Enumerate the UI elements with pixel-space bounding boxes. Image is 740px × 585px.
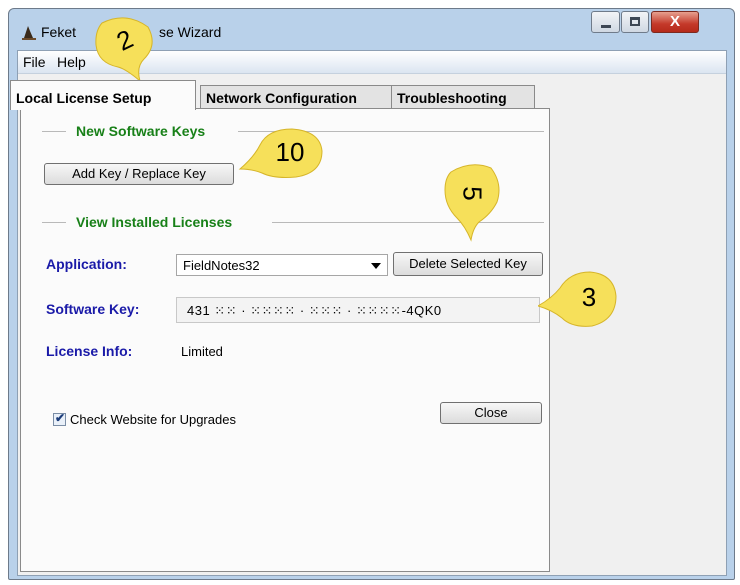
callout-3-number: 3 — [581, 282, 597, 312]
close-icon: X — [669, 13, 680, 30]
tab-local-license-setup[interactable]: Local License Setup — [10, 80, 196, 110]
check-upgrades-label[interactable]: Check Website for Upgrades — [70, 412, 236, 427]
wizard-hat-icon — [22, 26, 36, 40]
menu-help[interactable]: Help — [57, 54, 86, 70]
application-select-value: FieldNotes32 — [183, 258, 260, 273]
group-title-new-keys: New Software Keys — [76, 123, 206, 139]
checkmark-icon: ✔ — [55, 411, 66, 425]
tab-network-configuration[interactable]: Network Configuration — [200, 85, 392, 109]
group-title-installed: View Installed Licenses — [76, 214, 233, 230]
window-title-right: se Wizard — [159, 24, 222, 40]
application-select[interactable]: FieldNotes32 — [176, 254, 388, 276]
window-title-left: Feket — [41, 24, 77, 40]
software-key-field[interactable]: 431 ⁙⁙ · ⁙⁙⁙⁙ · ⁙⁙⁙ · ⁙⁙⁙⁙-4QK0 — [176, 297, 540, 323]
callout-2: 2 — [92, 15, 160, 87]
license-info-value: Limited — [181, 344, 223, 359]
maximize-icon — [630, 17, 640, 26]
delete-selected-key-button[interactable]: Delete Selected Key — [393, 252, 543, 276]
chevron-down-icon — [371, 263, 381, 269]
minimize-icon — [601, 25, 611, 28]
tab-troubleshooting[interactable]: Troubleshooting — [391, 85, 535, 109]
minimize-button[interactable] — [591, 11, 620, 33]
group-divider — [42, 222, 66, 223]
callout-10-number: 10 — [275, 137, 305, 167]
callout-3: 3 — [538, 270, 618, 330]
group-divider — [272, 222, 544, 223]
callout-5: 5 — [443, 162, 503, 242]
software-key-value: 431 ⁙⁙ · ⁙⁙⁙⁙ · ⁙⁙⁙ · ⁙⁙⁙⁙-4QK0 — [187, 303, 442, 318]
application-label: Application: — [46, 256, 127, 272]
license-info-label: License Info: — [46, 343, 133, 359]
callout-10: 10 — [238, 127, 324, 181]
group-divider — [42, 131, 66, 132]
callout-5-number: 5 — [457, 186, 488, 201]
add-replace-key-button[interactable]: Add Key / Replace Key — [44, 163, 234, 185]
check-upgrades-checkbox[interactable]: ✔ — [53, 411, 66, 426]
close-window-button[interactable]: X — [651, 11, 699, 33]
software-key-label: Software Key: — [46, 301, 140, 317]
maximize-button[interactable] — [621, 11, 649, 33]
close-button[interactable]: Close — [440, 402, 542, 424]
menu-file[interactable]: File — [23, 54, 46, 70]
